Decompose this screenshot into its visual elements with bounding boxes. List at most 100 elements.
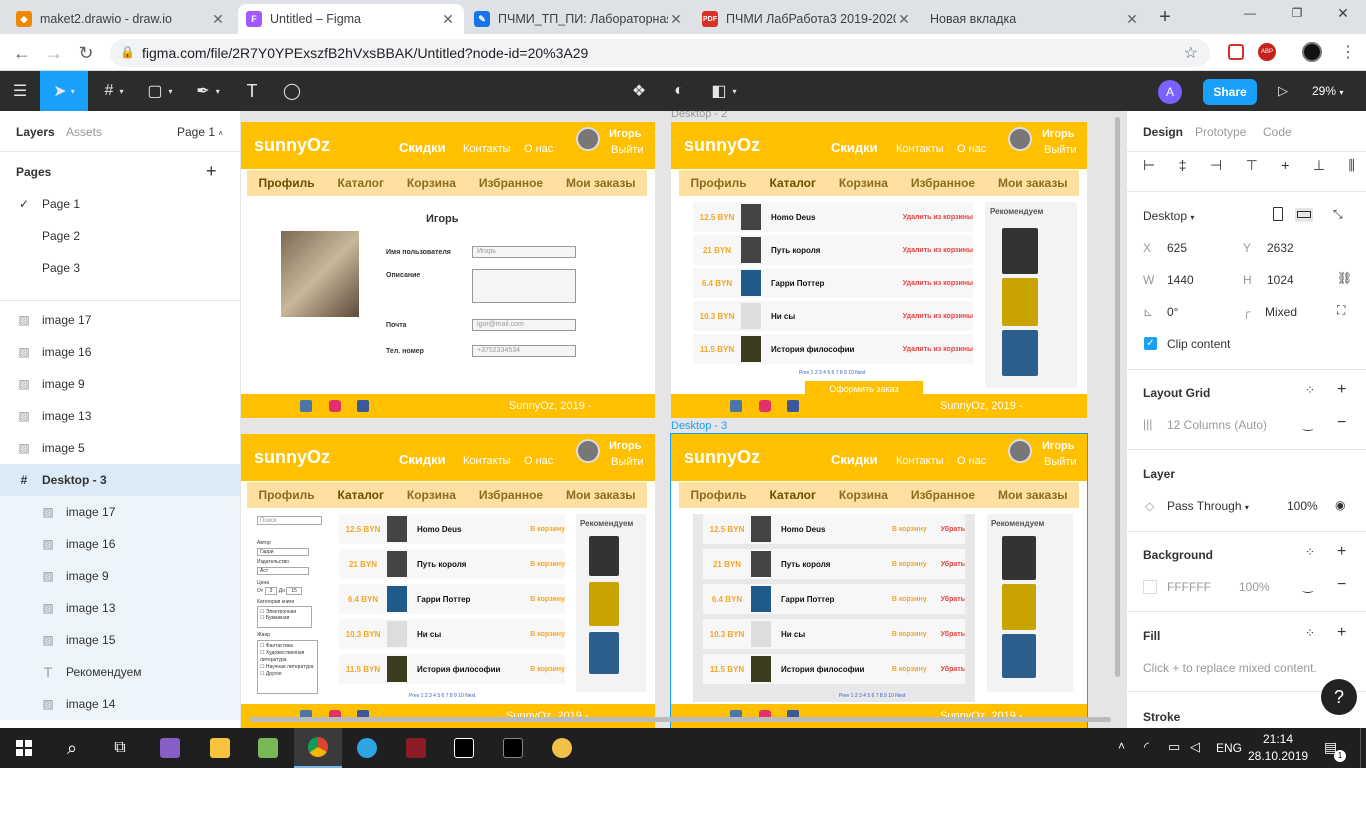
close-icon[interactable]: ✕ <box>440 11 456 28</box>
window-close-icon[interactable]: ✕ <box>1333 5 1353 22</box>
url-field[interactable]: 🔒 figma.com/file/2R7Y0YPExszfB2hVxsBBAK/… <box>110 39 1210 67</box>
app-icon[interactable] <box>392 728 440 768</box>
radius-field[interactable]: Mixed <box>1265 305 1297 319</box>
layer-item[interactable]: ▨ image 16 <box>0 528 240 560</box>
grid-value[interactable]: 12 Columns (Auto) <box>1167 418 1267 432</box>
notepad-icon[interactable] <box>244 728 292 768</box>
bg-color-swatch[interactable] <box>1143 580 1157 594</box>
page-item-3[interactable]: Page 3 <box>0 252 240 284</box>
independent-corners-icon[interactable]: ⛶ <box>1337 303 1345 318</box>
add-background-icon[interactable]: + <box>1337 543 1346 561</box>
x-field[interactable]: 625 <box>1167 241 1187 255</box>
clock-date[interactable]: 28.10.2019 <box>1248 749 1308 763</box>
share-button[interactable]: Share <box>1203 79 1257 105</box>
tab-drawio[interactable]: ◆ maket2.drawio - draw.io ✕ <box>8 4 234 34</box>
eye-closed-icon[interactable]: ‿ <box>1303 417 1313 431</box>
y-field[interactable]: 2632 <box>1267 241 1294 255</box>
layer-item[interactable]: ▨ image 16 <box>0 336 240 368</box>
tab-layers[interactable]: Layers <box>16 125 55 139</box>
styles-icon[interactable]: ⁘ <box>1305 545 1315 559</box>
frame-type-selector[interactable]: Desktop ▾ <box>1143 209 1194 223</box>
add-page-icon[interactable]: + <box>206 161 217 182</box>
pen-tool-icon[interactable]: ✒ ▾ <box>186 71 230 111</box>
present-icon[interactable]: ▷ <box>1272 71 1294 111</box>
star-icon[interactable]: ☆ <box>1184 43 1198 63</box>
tab-design[interactable]: Design <box>1143 125 1183 139</box>
frame-label[interactable]: Desktop - 2 <box>671 111 727 120</box>
close-icon[interactable]: ✕ <box>668 11 684 28</box>
page-item-2[interactable]: Page 2 <box>0 220 240 252</box>
comment-tool-icon[interactable]: ◯ <box>274 71 310 111</box>
bg-opacity-field[interactable]: 100% <box>1239 580 1270 594</box>
telegram-icon[interactable] <box>343 728 391 768</box>
task-view-icon[interactable]: ⧉ <box>96 728 144 768</box>
add-fill-icon[interactable]: + <box>1337 624 1346 642</box>
frame-tool-icon[interactable]: # ▾ <box>92 71 136 111</box>
w-field[interactable]: 1440 <box>1167 273 1194 287</box>
tab-pdf[interactable]: PDF ПЧМИ ЛабРабота3 2019-2020 ✕ <box>694 4 920 34</box>
styles-icon[interactable]: ⁘ <box>1305 383 1315 397</box>
rectangle-tool-icon[interactable]: ▢ ▾ <box>138 71 182 111</box>
add-grid-icon[interactable]: + <box>1337 381 1346 399</box>
align-middle-icon[interactable]: + <box>1281 157 1289 177</box>
visual-studio-icon[interactable] <box>146 728 194 768</box>
frame-desktop-3[interactable]: sunnyOz Скидки Контакты О нас Игорь Выйт… <box>670 433 1088 728</box>
restore-icon[interactable]: ❐ <box>1287 6 1307 20</box>
styles-icon[interactable]: ⁘ <box>1305 626 1315 640</box>
file-explorer-icon[interactable] <box>196 728 244 768</box>
constrain-proportions-icon[interactable]: ⛓ <box>1337 271 1352 285</box>
layer-item[interactable]: ▨ image 13 <box>0 400 240 432</box>
forward-icon[interactable]: → <box>44 43 64 63</box>
minimize-icon[interactable]: — <box>1240 6 1260 20</box>
portrait-icon[interactable] <box>1273 207 1283 221</box>
layer-item[interactable]: ▨ image 14 <box>0 688 240 720</box>
close-icon[interactable]: ✕ <box>1124 11 1140 28</box>
back-icon[interactable]: ← <box>12 43 32 63</box>
canvas[interactable]: Desktop - 2 sunnyOz Скидки Контакты О на… <box>241 111 1126 728</box>
help-button[interactable]: ? <box>1321 679 1357 715</box>
resize-icon[interactable]: ⤡ <box>1333 207 1343 222</box>
vertical-scrollbar[interactable] <box>1115 117 1120 677</box>
horizontal-scrollbar[interactable] <box>249 717 1111 722</box>
volume-icon[interactable]: ◁ <box>1190 739 1200 755</box>
clock-time[interactable]: 21:14 <box>1252 732 1304 746</box>
page-selector[interactable]: Page 1 ˄ <box>177 125 223 139</box>
tab-prototype[interactable]: Prototype <box>1195 125 1246 139</box>
profile-avatar[interactable] <box>1302 42 1322 62</box>
user-avatar[interactable]: A <box>1158 80 1182 104</box>
mask-icon[interactable]: ◐ <box>662 71 696 111</box>
extension-icon[interactable] <box>1228 44 1244 60</box>
network-icon[interactable]: ◜ <box>1144 739 1149 755</box>
remove-grid-icon[interactable]: − <box>1337 414 1346 432</box>
layer-item[interactable]: ▨ image 9 <box>0 560 240 592</box>
component-icon[interactable]: ❖ <box>622 71 656 111</box>
boolean-icon[interactable]: ◧ ▾ <box>704 71 744 111</box>
paint-icon[interactable] <box>538 728 586 768</box>
chevron-up-icon[interactable]: ˄ <box>1118 739 1125 753</box>
reload-icon[interactable]: ↻ <box>76 43 96 63</box>
blend-mode-selector[interactable]: Pass Through ▾ <box>1167 499 1249 513</box>
move-tool-icon[interactable]: ➤ ▾ <box>40 71 88 111</box>
layer-item-selected[interactable]: # Desktop - 3 <box>0 464 240 496</box>
chrome-icon[interactable] <box>294 728 342 768</box>
language-indicator[interactable]: ENG <box>1216 741 1242 755</box>
align-bottom-icon[interactable]: ⊥ <box>1313 157 1325 177</box>
close-icon[interactable]: ✕ <box>896 11 912 28</box>
layer-item[interactable]: ▨ image 15 <box>0 624 240 656</box>
windows-start-icon[interactable] <box>0 728 48 768</box>
h-field[interactable]: 1024 <box>1267 273 1294 287</box>
frame-catalog[interactable]: sunnyOz Скидки Контакты О нас Игорь Выйт… <box>241 434 655 728</box>
battery-icon[interactable]: ▭ <box>1168 739 1180 755</box>
align-center-h-icon[interactable]: ‡ <box>1179 157 1187 177</box>
distribute-icon[interactable]: ⫼ <box>1349 157 1355 177</box>
layer-item[interactable]: ▨ image 5 <box>0 432 240 464</box>
layer-item[interactable]: T Рекомендуем <box>0 656 240 688</box>
terminal-icon[interactable] <box>489 728 537 768</box>
menu-icon[interactable]: ⋮ <box>1340 42 1356 62</box>
layer-item[interactable]: ▨ image 9 <box>0 368 240 400</box>
clip-content-checkbox[interactable]: ✓ <box>1144 337 1157 350</box>
close-icon[interactable]: ✕ <box>210 11 226 28</box>
eye-icon[interactable]: ◉ <box>1335 498 1345 512</box>
landscape-icon[interactable] <box>1295 208 1313 222</box>
search-icon[interactable]: ⌕ <box>48 728 96 768</box>
